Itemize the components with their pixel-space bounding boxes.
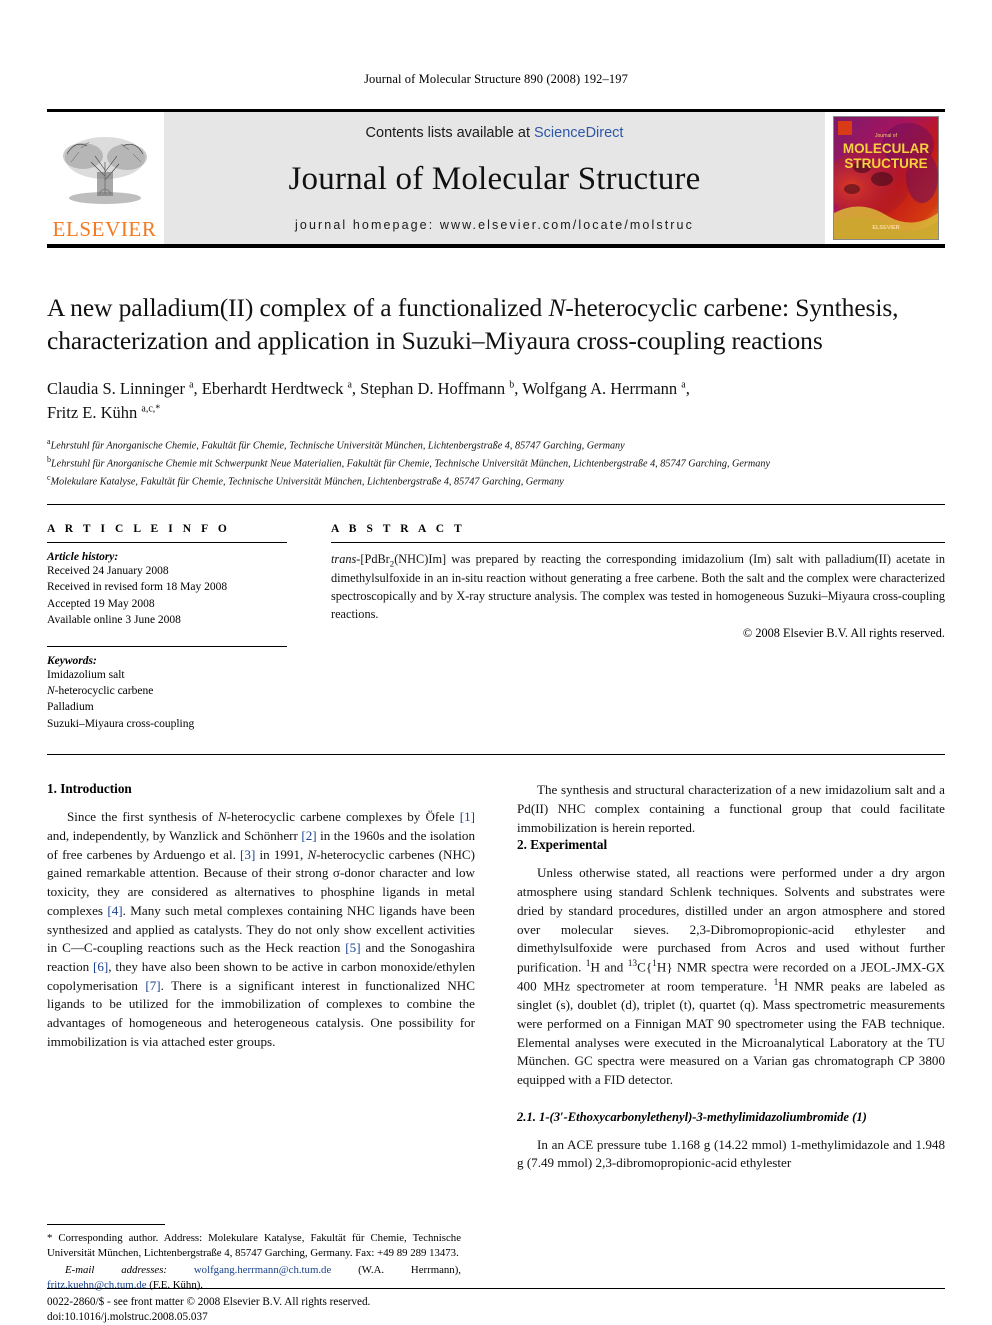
history-item: Received 24 January 2008 [47, 564, 169, 577]
svg-text:STRUCTURE: STRUCTURE [844, 156, 927, 171]
section-heading-introduction: 1. Introduction [47, 781, 132, 797]
subsection-2-1-paragraph-1: In an ACE pressure tube 1.168 g (14.22 m… [517, 1136, 945, 1171]
keywords-label: Keywords: [47, 654, 97, 667]
elsevier-wordmark: ELSEVIER [52, 217, 157, 241]
affiliation-item: bLehrstuhl für Anorganische Chemie mit S… [47, 454, 945, 472]
masthead-center: Contents lists available at ScienceDirec… [162, 112, 827, 244]
article-info-column: A R T I C L E I N F O Article history: R… [47, 523, 309, 733]
journal-cover-thumbnail: Journal of MOLECULAR STRUCTURE ELSEVIER [833, 116, 939, 240]
journal-masthead: ELSEVIER Contents lists available at Sci… [47, 109, 945, 248]
svg-text:ELSEVIER: ELSEVIER [872, 225, 899, 231]
abstract-copyright: © 2008 Elsevier B.V. All rights reserved… [742, 625, 945, 640]
citation-5[interactable]: [5] [345, 940, 360, 955]
corresponding-author-text: Corresponding author. Address: Molekular… [47, 1232, 461, 1260]
sciencedirect-link[interactable]: ScienceDirect [534, 125, 623, 141]
elsevier-logo: ELSEVIER [47, 112, 162, 244]
title-italic-N: N [548, 293, 566, 322]
svg-text:MOLECULAR: MOLECULAR [843, 141, 929, 156]
body-column-right: The synthesis and structural characteriz… [517, 781, 945, 1173]
keyword-item: Palladium [47, 701, 94, 714]
affiliation-item: aLehrstuhl für Anorganische Chemie, Faku… [47, 436, 945, 454]
article-history-label: Article history: [47, 550, 119, 563]
page-title: A new palladium(II) complex of a functio… [47, 292, 945, 357]
citation-6[interactable]: [6] [93, 959, 108, 974]
email-link-herrmann[interactable]: wolfgang.herrmann@ch.tum.de [194, 1264, 331, 1276]
footnote-block: * Corresponding author. Address: Molekul… [47, 1224, 461, 1293]
intro-paragraph-2: The synthesis and structural characteriz… [517, 782, 945, 835]
svg-text:Journal of: Journal of [875, 133, 898, 139]
history-item: Available online 3 June 2008 [47, 614, 181, 627]
abstract-column: A B S T R A C T trans-[PdBr2(NHC)Im] was… [309, 523, 945, 733]
journal-cover-cell: Journal of MOLECULAR STRUCTURE ELSEVIER [827, 112, 945, 244]
citation-4[interactable]: [4] [107, 903, 122, 918]
author-aff-mark: b [509, 379, 515, 391]
info-abstract-section: A R T I C L E I N F O Article history: R… [47, 523, 945, 733]
affiliation-text: Lehrstuhl für Anorganische Chemie mit Sc… [51, 458, 770, 470]
abstract-heading: A B S T R A C T [331, 522, 466, 535]
author-aff-mark: a [681, 379, 686, 391]
article-info-rule [47, 541, 287, 543]
divider-above-info [47, 503, 945, 505]
elsevier-tree-icon [62, 137, 147, 204]
body-column-left: 1. Introduction Since the first synthesi… [47, 781, 475, 1173]
author-aff-mark: a [189, 379, 194, 391]
citation-2[interactable]: [2] [301, 828, 316, 843]
intro-paragraph-1: Since the first synthesis of N-heterocyc… [47, 809, 475, 1049]
footnote-rule [47, 1224, 165, 1226]
history-item: Accepted 19 May 2008 [47, 597, 155, 610]
body-columns: 1. Introduction Since the first synthesi… [47, 781, 945, 1173]
citation-1[interactable]: [1] [460, 809, 475, 824]
abstract-lead-italic: trans [331, 551, 357, 566]
article-page: Journal of Molecular Structure 890 (2008… [0, 0, 992, 1323]
subsection-heading-2-1: 2.1. 1-(3′-Ethoxycarbonylethenyl)-3-meth… [517, 1109, 867, 1124]
running-head: Journal of Molecular Structure 890 (2008… [364, 72, 628, 86]
title-block: A new palladium(II) complex of a functio… [47, 292, 945, 505]
section-heading-experimental: 2. Experimental [517, 837, 608, 853]
corresponding-author-note: * Corresponding author. Address: Molekul… [47, 1231, 461, 1261]
experimental-paragraph-1: Unless otherwise stated, all reactions w… [517, 865, 945, 1088]
article-history-list: Received 24 January 2008 Received in rev… [47, 563, 287, 629]
affiliation-text: Molekulare Katalyse, Fakultät für Chemie… [50, 476, 564, 488]
issn-line-1: 0022-2860/$ - see front matter © 2008 El… [47, 1295, 371, 1308]
author-list: Claudia S. Linninger a, Eberhardt Herdtw… [47, 379, 690, 422]
email-label: E-mail addresses: [65, 1264, 168, 1277]
journal-homepage[interactable]: journal homepage: www.elsevier.com/locat… [295, 218, 694, 232]
issn-footer: 0022-2860/$ - see front matter © 2008 El… [47, 1287, 947, 1325]
author-aff-mark: a,c,* [141, 403, 161, 415]
keyword-item: N-heterocyclic carbene [47, 684, 154, 697]
affiliation-text: Lehrstuhl für Anorganische Chemie, Fakul… [50, 440, 625, 452]
keyword-item: Suzuki–Miyaura cross-coupling [47, 717, 195, 730]
keywords-rule [47, 645, 287, 647]
citation-3[interactable]: [3] [240, 847, 255, 862]
keywords-list: Imidazolium salt N-heterocyclic carbene … [47, 667, 287, 733]
abstract-rule [331, 541, 945, 543]
affiliation-item: cMolekulare Katalyse, Fakultät für Chemi… [47, 472, 945, 490]
keyword-item: Imidazolium salt [47, 668, 125, 681]
author-aff-mark: a [347, 379, 352, 391]
keywords-block: Keywords: Imidazolium salt N-heterocycli… [47, 645, 287, 733]
journal-title: Journal of Molecular Structure [288, 161, 701, 198]
citation-7[interactable]: [7] [145, 978, 160, 993]
cover-artwork-icon: Journal of MOLECULAR STRUCTURE ELSEVIER [834, 117, 938, 239]
issn-rule [47, 1287, 945, 1289]
abstract-text: trans-[PdBr2(NHC)Im] was prepared by rea… [331, 551, 945, 621]
divider-above-body [47, 754, 945, 756]
article-info-heading: A R T I C L E I N F O [47, 522, 231, 535]
contents-prefix: Contents lists available at [365, 125, 534, 141]
history-item: Received in revised form 18 May 2008 [47, 581, 228, 594]
title-part-4: reactions [731, 325, 823, 355]
title-part-1: A new palladium(II) complex of a functio… [47, 293, 549, 322]
contents-line: Contents lists available at ScienceDirec… [366, 125, 624, 141]
title-part-2: -heterocyclic carbene: [565, 293, 790, 322]
email-owner-1: (W.A. Herrmann), [331, 1264, 461, 1277]
affiliation-list: aLehrstuhl für Anorganische Chemie, Faku… [47, 436, 945, 490]
